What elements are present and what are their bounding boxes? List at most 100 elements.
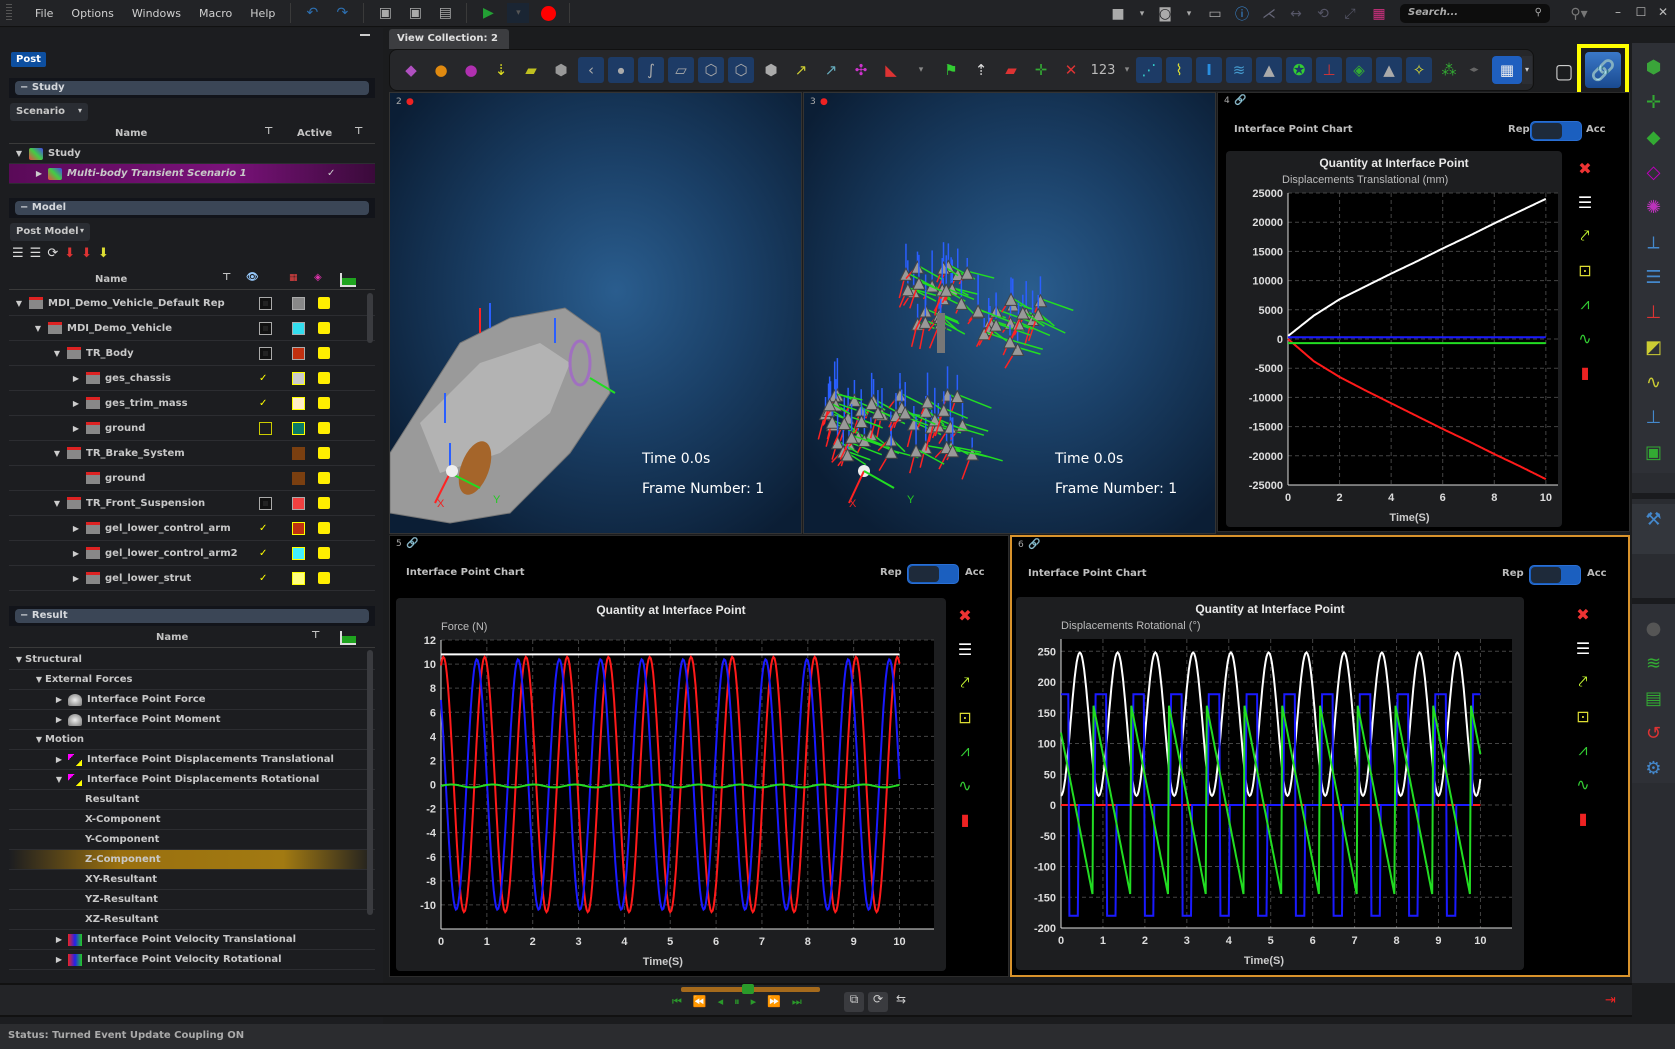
result-row-selected[interactable]: Z-Component <box>9 850 508 870</box>
rep-acc-toggle[interactable] <box>907 564 959 584</box>
clear-icon[interactable]: ▦ <box>1368 4 1390 24</box>
visibility-check-icon[interactable]: ✓ <box>259 548 267 559</box>
remove-chart-icon[interactable]: ✖ <box>1570 151 1600 185</box>
model-tree-row[interactable]: ▶ gel_lower_control_arm ✓ <box>9 516 375 541</box>
filter-icon[interactable]: ⊤ <box>264 126 273 137</box>
model-tree-row[interactable]: ▶ gel_lower_control_arm2 ✓ <box>9 541 375 566</box>
mass-icon[interactable]: ▲ <box>1256 57 1282 83</box>
peak-icon[interactable]: ⩘ <box>950 734 980 768</box>
material-cube-icon[interactable] <box>318 372 330 384</box>
numbering-dropdown-icon[interactable]: ▾ <box>1122 57 1132 83</box>
result-tree-row[interactable]: X-Component <box>9 810 508 830</box>
visibility-check-icon[interactable]: ✓ <box>259 398 267 409</box>
study-section-header[interactable]: − Study <box>9 78 375 98</box>
result-tree-row[interactable]: ▶ Interface Point Velocity Translational <box>9 930 644 950</box>
purple-sphere-icon[interactable]: ● <box>458 57 484 83</box>
curve-markers-icon[interactable]: ∿ <box>950 768 980 802</box>
remove-chart-icon[interactable]: ✖ <box>950 598 980 632</box>
col-name[interactable]: Name <box>95 274 127 285</box>
result-tree-row[interactable]: ▼ Interface Point Displacements Rotationa… <box>9 770 667 790</box>
redo-icon[interactable]: ↷ <box>331 3 353 23</box>
plate-icon[interactable]: ◈ <box>1346 57 1372 83</box>
material-cube-icon[interactable] <box>318 472 330 484</box>
collapse-tree-icon[interactable]: ⬇ <box>98 246 109 261</box>
explode-icon[interactable]: ✕ <box>1058 57 1084 83</box>
curve-icon[interactable]: ∫ <box>638 57 664 83</box>
y-axis-icon[interactable]: ⊡ <box>1568 699 1598 733</box>
menu-windows[interactable]: Windows <box>123 7 190 20</box>
expand-icon[interactable]: ▶ <box>70 524 82 533</box>
result-tree-row[interactable]: Y-Component <box>9 830 507 850</box>
collapse-icon[interactable]: ▼ <box>51 499 63 508</box>
color-swatch[interactable] <box>292 496 305 510</box>
material-cube-icon[interactable] <box>318 547 330 559</box>
result-tree-row[interactable]: Resultant <box>9 790 487 810</box>
color-swatch[interactable] <box>292 371 305 385</box>
section-dropdown-icon[interactable]: ▾ <box>908 57 934 83</box>
color-swatch[interactable] <box>292 346 305 360</box>
layout-dropdown-icon[interactable]: ▾ <box>1522 56 1532 84</box>
point-icon[interactable]: ● <box>608 57 634 83</box>
model-tree-row[interactable]: ▼ TR_Front_Suspension <box>9 491 553 516</box>
tools-icon[interactable]: ⚒ <box>1639 504 1669 534</box>
fast-forward-icon[interactable]: ⏩ <box>767 995 781 1009</box>
isolate-icon[interactable]: ⬇ <box>64 246 75 261</box>
triad-icon[interactable]: ⟂ <box>1639 227 1669 257</box>
scenario-dropdown[interactable]: Scenario ▾ <box>10 103 88 121</box>
point-to-box-icon[interactable]: ↗ <box>818 57 844 83</box>
grid-point-icon[interactable]: ✛ <box>1639 87 1669 117</box>
surface-patch-icon[interactable]: ◇ <box>1639 157 1669 187</box>
expand-icon[interactable]: ▶ <box>53 755 65 764</box>
measure-icon[interactable]: ⋌ <box>1258 4 1280 24</box>
expand-icon[interactable]: ▶ <box>33 169 45 178</box>
col-name[interactable]: Name <box>115 128 147 139</box>
more-tools-icon[interactable]: ⁂ <box>1436 57 1462 83</box>
expand-icon[interactable]: ▶ <box>53 935 65 944</box>
model-tree-row[interactable]: ▼ MDI_Demo_Vehicle_Default Rep <box>9 291 572 316</box>
visibility-partial-icon[interactable] <box>259 421 272 435</box>
color-swatch[interactable] <box>292 396 305 410</box>
rewind-icon[interactable]: ⏪ <box>693 995 707 1009</box>
contour-icon[interactable]: ▰ <box>998 57 1024 83</box>
curve-pick-icon[interactable]: ⤤ <box>1568 665 1598 699</box>
collapse-icon[interactable]: ▼ <box>32 324 44 333</box>
result-tree-row[interactable]: ▼ Motion <box>9 730 375 750</box>
material-cube-icon[interactable] <box>318 497 330 509</box>
sensor-icon[interactable]: ✧ <box>1406 57 1432 83</box>
scenario-row[interactable]: ▶ Multi-body Transient Scenario 1 ✓ <box>9 164 375 184</box>
visibility-check-icon[interactable]: ✓ <box>259 573 267 584</box>
material-cube-icon[interactable] <box>318 422 330 434</box>
expand-icon[interactable]: ▶ <box>70 399 82 408</box>
import-icon[interactable]: ▣ <box>374 3 396 23</box>
exit-icon[interactable]: ⇥ <box>1605 993 1616 1008</box>
info-icon[interactable]: ⓘ <box>1231 4 1253 24</box>
contact-icon[interactable]: ◩ <box>1639 332 1669 362</box>
panel-collapse-icon[interactable] <box>360 34 370 36</box>
color-column-icon[interactable]: ▦ <box>289 273 298 283</box>
result-tree-row[interactable]: XZ-Resultant <box>9 910 506 930</box>
bar-chart-icon[interactable]: ▮ <box>1568 801 1598 835</box>
flag-icon[interactable]: ⚑ <box>938 57 964 83</box>
curve-markers-icon[interactable]: ∿ <box>1568 767 1598 801</box>
rep-acc-toggle[interactable] <box>1529 565 1581 585</box>
run-icon[interactable]: ▶ <box>477 3 499 23</box>
result-tree-row[interactable]: ▶ Interface Point Velocity Rotational <box>9 950 629 970</box>
layout-grid-button[interactable]: ▦ <box>1492 56 1522 84</box>
visibility-box-icon[interactable] <box>259 296 272 310</box>
bar-chart-icon[interactable]: ▮ <box>950 802 980 836</box>
collapse-icon[interactable]: ▼ <box>53 775 65 784</box>
menu-options[interactable]: Options <box>62 7 122 20</box>
connector-icon[interactable]: ⋰ <box>1136 57 1162 83</box>
active-check[interactable]: ✓ <box>327 168 335 179</box>
collapse-icon[interactable]: ▼ <box>51 449 63 458</box>
expand-icon[interactable]: ▶ <box>53 715 65 724</box>
result-tree-row[interactable]: ▶ Interface Point Force <box>9 690 553 710</box>
collapse-icon[interactable]: ▼ <box>13 655 25 664</box>
node-icon[interactable]: ‹ <box>578 57 604 83</box>
hide-all-icon[interactable]: ☰ <box>30 246 42 261</box>
table-icon[interactable]: ☰ <box>1639 262 1669 292</box>
expand-icon[interactable]: ▶ <box>70 549 82 558</box>
layered-icon[interactable]: ▤ <box>1639 683 1669 713</box>
distance-icon[interactable]: ↔ <box>1285 4 1307 24</box>
step-back-icon[interactable]: ◂ <box>718 995 724 1009</box>
